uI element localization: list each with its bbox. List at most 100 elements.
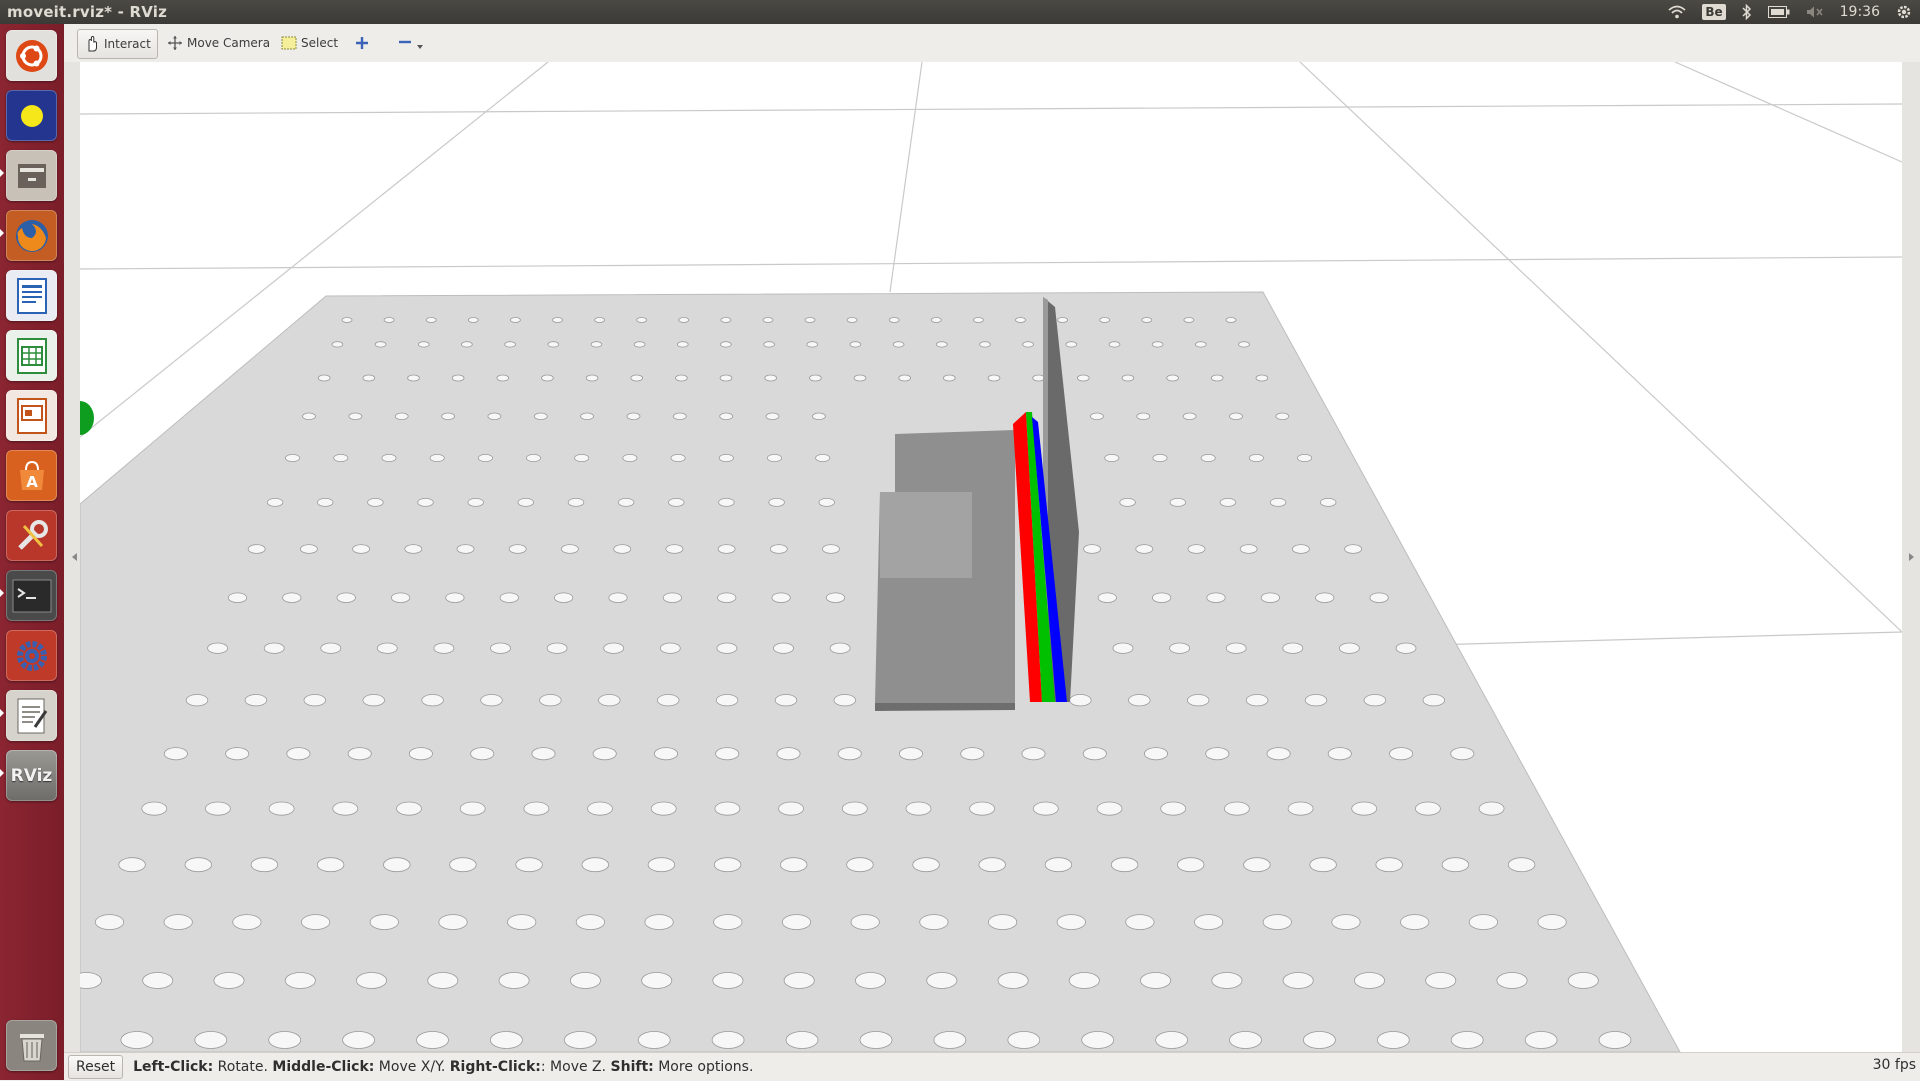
table-hole <box>1082 747 1107 761</box>
table-hole <box>1135 544 1154 554</box>
table-hole <box>714 801 741 816</box>
remove-tool-button[interactable] <box>392 29 434 57</box>
table-hole <box>637 1031 671 1049</box>
table-hole <box>668 497 685 507</box>
table-hole <box>1108 341 1121 348</box>
table-hole <box>979 341 991 348</box>
table-hole <box>1151 341 1164 348</box>
trash-icon[interactable] <box>6 1020 57 1071</box>
table-hole <box>846 317 858 323</box>
keyboard-layout-indicator[interactable]: Be <box>1702 4 1726 20</box>
table-hole <box>771 592 791 603</box>
session-gear-icon[interactable] <box>1896 4 1912 20</box>
table-hole <box>227 592 248 603</box>
hint-shift-val: More options. <box>653 1059 754 1075</box>
table-hole <box>1598 1031 1632 1049</box>
left-dock-splitter[interactable] <box>64 62 81 1052</box>
table-hole <box>762 317 774 323</box>
system-tools-icon[interactable] <box>6 510 57 561</box>
collapse-right-arrow-icon[interactable] <box>1908 552 1916 562</box>
hint-middle-val: Move X/Y. <box>374 1059 450 1075</box>
rviz-icon[interactable]: RViz <box>0 750 57 801</box>
table-hole <box>1211 972 1243 989</box>
table-hole <box>1225 317 1237 323</box>
libreoffice-calc-icon[interactable] <box>6 330 57 381</box>
table-hole <box>1021 747 1046 761</box>
table-hole <box>207 642 229 654</box>
table-hole <box>837 747 862 761</box>
software-center-icon[interactable]: A <box>6 450 57 501</box>
table-hole <box>1155 1031 1188 1049</box>
text-editor-icon[interactable] <box>0 690 57 741</box>
table-hole <box>284 972 316 989</box>
add-tool-button[interactable] <box>348 29 380 57</box>
table-hole <box>1065 341 1078 348</box>
move-arrows-icon <box>168 36 182 50</box>
table-hole <box>285 453 301 462</box>
table-hole <box>1282 972 1314 989</box>
table-hole <box>1376 1031 1410 1049</box>
table-hole <box>1567 972 1599 989</box>
bluetooth-icon[interactable] <box>1742 4 1752 20</box>
move-camera-tool-button[interactable]: Move Camera <box>161 29 276 57</box>
table-hole <box>1194 914 1224 930</box>
terminal-icon[interactable] <box>0 570 57 621</box>
table-hole <box>778 801 804 816</box>
table-hole <box>1331 914 1361 930</box>
3d-render-view[interactable] <box>66 61 1903 1053</box>
clock[interactable]: 19:36 <box>1840 4 1880 20</box>
collapse-left-arrow-icon[interactable] <box>70 552 78 562</box>
table-hole <box>316 497 334 507</box>
table-hole <box>804 317 816 323</box>
table-hole <box>1160 801 1187 816</box>
libreoffice-impress-icon[interactable] <box>6 390 57 441</box>
table-hole <box>567 497 585 507</box>
libreoffice-writer-icon[interactable] <box>6 270 57 321</box>
table-hole <box>1206 592 1226 603</box>
table-hole <box>427 972 459 989</box>
render-canvas[interactable] <box>66 61 1903 1053</box>
table-hole <box>598 694 621 707</box>
table-hole <box>581 857 610 873</box>
table-hole <box>332 801 359 816</box>
table-hole <box>417 497 434 507</box>
table-hole <box>263 642 285 654</box>
table-hole <box>829 642 851 654</box>
table-hole <box>1425 972 1457 989</box>
files-icon[interactable] <box>0 150 57 201</box>
table-hole <box>888 317 900 323</box>
interact-tool-button[interactable]: Interact <box>77 29 158 59</box>
table-hole <box>712 972 744 989</box>
table-hole <box>1225 642 1247 654</box>
table-hole <box>713 914 743 930</box>
table-hole <box>1187 544 1206 554</box>
table-hole <box>546 642 568 654</box>
table-hole <box>1136 412 1151 420</box>
table-hole <box>641 972 673 989</box>
table-hole <box>1182 412 1197 420</box>
table-hole <box>142 972 174 989</box>
reset-button[interactable]: Reset <box>68 1055 124 1079</box>
wifi-icon[interactable] <box>1668 5 1686 19</box>
hint-right-key: Right-Click: <box>449 1059 541 1075</box>
brightness-settings-icon[interactable] <box>6 90 57 141</box>
table-hole <box>1119 497 1136 507</box>
table-hole <box>459 801 486 816</box>
volume-muted-icon[interactable] <box>1806 5 1824 19</box>
table-hole <box>574 453 590 462</box>
table-hole <box>617 497 635 507</box>
settings-gear-icon[interactable] <box>6 630 57 681</box>
table-hole <box>1144 747 1169 761</box>
ubuntu-dash-icon[interactable] <box>6 30 57 81</box>
battery-icon[interactable] <box>1767 6 1790 18</box>
firefox-icon[interactable] <box>0 210 57 261</box>
table-hole <box>355 972 387 989</box>
table-hole <box>303 694 327 707</box>
table-hole <box>773 642 794 654</box>
table-hole <box>525 453 541 462</box>
table-hole <box>331 341 344 348</box>
mouse-hint-text: Left-Click: Rotate. Middle-Click: Move X… <box>133 1059 753 1075</box>
right-dock-splitter[interactable] <box>1902 62 1920 1052</box>
select-tool-button[interactable]: Select <box>275 29 344 57</box>
table-hole <box>1450 1031 1484 1049</box>
